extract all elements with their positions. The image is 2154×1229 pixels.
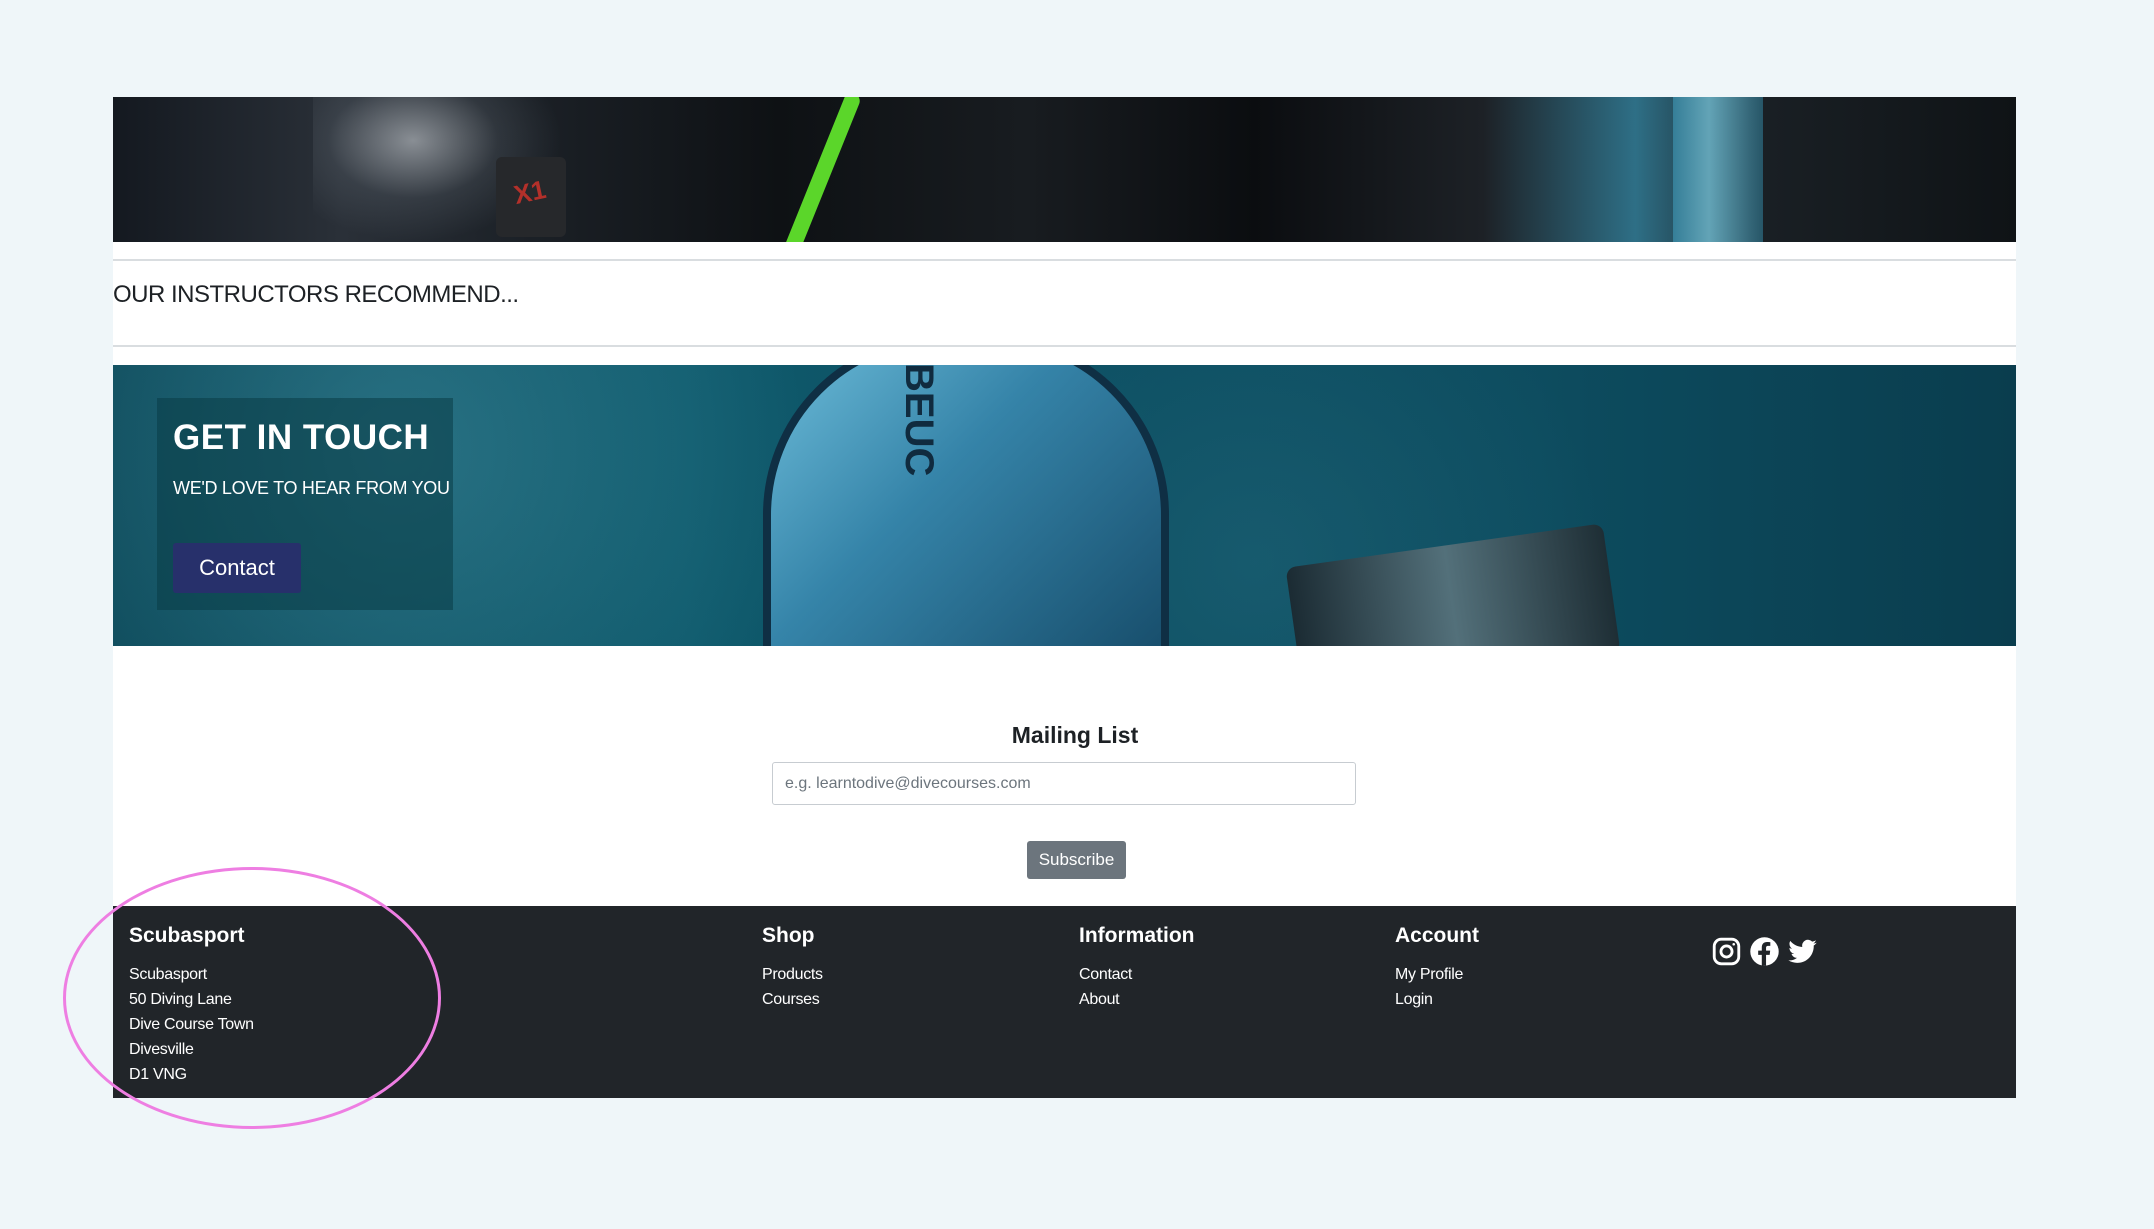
hero-green-strap	[779, 97, 863, 242]
twitter-icon[interactable]	[1787, 936, 1818, 967]
hero-water-reflection	[1673, 97, 1763, 242]
banner-fin-image-2	[1285, 523, 1621, 646]
recommend-section: OUR INSTRUCTORS RECOMMEND...	[113, 259, 2016, 347]
hero-image-strip: X1	[113, 97, 2016, 242]
footer-shop-title: Shop	[762, 924, 815, 947]
footer: Scubasport Scubasport 50 Diving Lane Div…	[113, 906, 2016, 1098]
address-line: Dive Course Town	[129, 1016, 254, 1033]
email-input[interactable]	[772, 762, 1356, 805]
footer-link-login[interactable]: Login	[1395, 987, 1479, 1012]
address-line: Divesville	[129, 1041, 194, 1058]
mailing-list-title: Mailing List	[1011, 722, 1139, 748]
facebook-icon[interactable]	[1749, 936, 1780, 967]
footer-information-title: Information	[1079, 924, 1195, 947]
footer-shop: Shop Products Courses	[762, 924, 823, 1012]
footer-link-contact[interactable]: Contact	[1079, 962, 1195, 987]
contact-box: GET IN TOUCH WE'D LOVE TO HEAR FROM YOU …	[157, 398, 453, 610]
footer-company-title: Scubasport	[129, 924, 245, 947]
social-links	[1711, 936, 1818, 967]
footer-account: Account My Profile Login	[1395, 924, 1479, 1012]
subscribe-button[interactable]: Subscribe	[1027, 841, 1126, 879]
footer-account-title: Account	[1395, 924, 1479, 947]
recommend-title: OUR INSTRUCTORS RECOMMEND...	[113, 281, 519, 308]
footer-link-products[interactable]: Products	[762, 962, 823, 987]
footer-information: Information Contact About	[1079, 924, 1195, 1012]
address-line: Scubasport	[129, 966, 207, 983]
footer-link-my-profile[interactable]: My Profile	[1395, 962, 1479, 987]
address-line: 50 Diving Lane	[129, 991, 232, 1008]
footer-company: Scubasport Scubasport 50 Diving Lane Div…	[129, 924, 254, 1087]
banner-heading: GET IN TOUCH	[173, 418, 430, 457]
contact-button[interactable]: Contact	[173, 543, 301, 593]
footer-link-about[interactable]: About	[1079, 987, 1195, 1012]
banner-fin-image: BEUC	[763, 365, 1169, 646]
page-container: X1 OUR INSTRUCTORS RECOMMEND... BEUC GET…	[113, 97, 2016, 1098]
footer-link-courses[interactable]: Courses	[762, 987, 823, 1012]
contact-banner: BEUC GET IN TOUCH WE'D LOVE TO HEAR FROM…	[113, 365, 2016, 646]
instagram-icon[interactable]	[1711, 936, 1742, 967]
hero-equipment-badge: X1	[496, 157, 566, 237]
banner-subtext: WE'D LOVE TO HEAR FROM YOU	[173, 478, 450, 498]
address-line: D1 VNG	[129, 1066, 187, 1083]
